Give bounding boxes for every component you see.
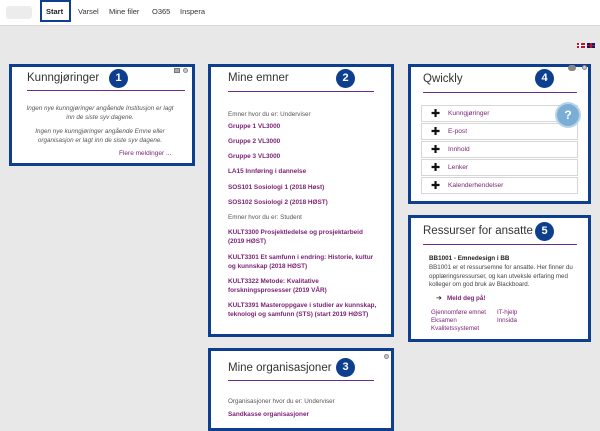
- course-link[interactable]: SOS101 Sosiologi 1 (2018 Høst): [228, 183, 324, 192]
- plus-icon: ✚: [431, 144, 441, 156]
- role-teacher-label: Emner hvor du er: Underviser: [228, 111, 311, 118]
- course-link[interactable]: Gruppe 1 VL3000: [228, 122, 280, 131]
- badge-3: 3: [336, 358, 355, 377]
- my-organizations-title: Mine organisasjoner: [228, 362, 332, 374]
- qwickly-item-label: Kunngjøringer: [448, 110, 490, 117]
- badge-1: 1: [109, 69, 128, 88]
- badge-5: 5: [535, 222, 554, 241]
- course-link[interactable]: Gruppe 2 VL3000: [228, 137, 280, 146]
- qwickly-item-label: Lenker: [448, 164, 469, 171]
- gear-icon[interactable]: [582, 65, 587, 70]
- resource-link[interactable]: Gjennomføre emnet: [431, 309, 486, 316]
- resource-link[interactable]: IT-hjelp: [497, 309, 517, 316]
- gear-icon[interactable]: [183, 68, 188, 73]
- tab-inspera[interactable]: Inspera: [180, 7, 205, 16]
- qwickly-item-label: Innhold: [448, 146, 470, 153]
- course-link[interactable]: LA15 Innføring i dannelse: [228, 167, 306, 176]
- signup-link[interactable]: Meld deg på!: [447, 295, 485, 302]
- qwickly-item-kalender[interactable]: ✚ Kalenderhendelser: [421, 177, 578, 194]
- gear-icon[interactable]: [384, 354, 389, 359]
- organization-link[interactable]: Sandkasse organisasjoner: [228, 410, 309, 419]
- qwickly-item-epost[interactable]: ✚ E-post: [421, 123, 578, 140]
- course-link[interactable]: Gruppe 3 VL3000: [228, 152, 280, 161]
- resource-link[interactable]: Innsida: [497, 317, 517, 324]
- help-button[interactable]: ?: [557, 104, 579, 126]
- course-link[interactable]: KULT3391 Masteroppgave i studier av kunn…: [228, 301, 378, 319]
- plus-icon: ✚: [431, 126, 441, 138]
- window-icon[interactable]: [174, 68, 180, 73]
- my-courses-title: Mine emner: [228, 72, 289, 84]
- qwickly-item-lenker[interactable]: ✚ Lenker: [421, 159, 578, 176]
- resource-heading: BB1001 - Emnedesign i BB: [429, 255, 510, 262]
- norwegian-flag-icon[interactable]: [577, 43, 585, 48]
- tab-varsel[interactable]: Varsel: [78, 7, 99, 16]
- course-link[interactable]: KULT3322 Metode: Kvalitative forskningsp…: [228, 277, 378, 295]
- qwickly-item-label: Kalenderhendelser: [448, 182, 504, 189]
- staff-resources-divider: [423, 244, 577, 245]
- qwickly-item-label: E-post: [448, 128, 468, 135]
- role-student-label: Emner hvor du er: Student: [228, 214, 302, 221]
- course-link[interactable]: KULT3300 Prosjektledelse og prosjektarbe…: [228, 228, 378, 246]
- qwickly-title: Qwickly: [423, 73, 463, 85]
- english-flag-icon[interactable]: [587, 43, 595, 48]
- org-role-label: Organisasjoner hvor du er: Underviser: [228, 398, 335, 405]
- plus-icon: ✚: [431, 108, 441, 120]
- plus-icon: ✚: [431, 162, 441, 174]
- tab-o365[interactable]: O365: [152, 7, 170, 16]
- resource-link[interactable]: Eksamen: [431, 317, 457, 324]
- badge-4: 4: [535, 69, 554, 88]
- tab-mine-filer[interactable]: Mine filer: [109, 7, 139, 16]
- resource-link[interactable]: Kvalitetssystemet: [431, 325, 479, 332]
- arrow-right-icon: ➔: [436, 295, 442, 302]
- staff-resources-title: Ressurser for ansatte: [423, 225, 533, 237]
- chat-icon[interactable]: [568, 65, 576, 71]
- resource-description: BB1001 er et ressursemne for ansatte. He…: [429, 264, 573, 288]
- announcements-note-institution: Ingen nye kunngjøringer angående Institu…: [26, 105, 174, 121]
- qwickly-divider: [423, 92, 577, 93]
- my-courses-divider: [228, 91, 374, 92]
- qwickly-item-innhold[interactable]: ✚ Innhold: [421, 141, 578, 158]
- course-link[interactable]: KULT3301 Et samfunn i endring: Historie,…: [228, 253, 378, 271]
- my-organizations-divider: [228, 380, 374, 381]
- badge-2: 2: [336, 69, 355, 88]
- announcements-title: Kunngjøringer: [27, 72, 100, 84]
- language-switcher: [577, 43, 595, 48]
- course-link[interactable]: SOS102 Sosiologi 2 (2018 HØST): [228, 198, 328, 207]
- plus-icon: ✚: [431, 180, 441, 192]
- qwickly-item-kunngjoringer[interactable]: ✚ Kunngjøringer: [421, 105, 578, 122]
- announcements-divider: [27, 90, 185, 91]
- logo[interactable]: [6, 6, 32, 19]
- announcements-note-course: Ingen nye kunngjøringer angående Emne el…: [35, 128, 165, 144]
- top-nav-bar: Start Varsel Mine filer O365 Inspera: [0, 0, 600, 26]
- active-tab-highlight: [40, 0, 71, 22]
- more-messages-link[interactable]: Flere meldinger ...: [119, 150, 171, 157]
